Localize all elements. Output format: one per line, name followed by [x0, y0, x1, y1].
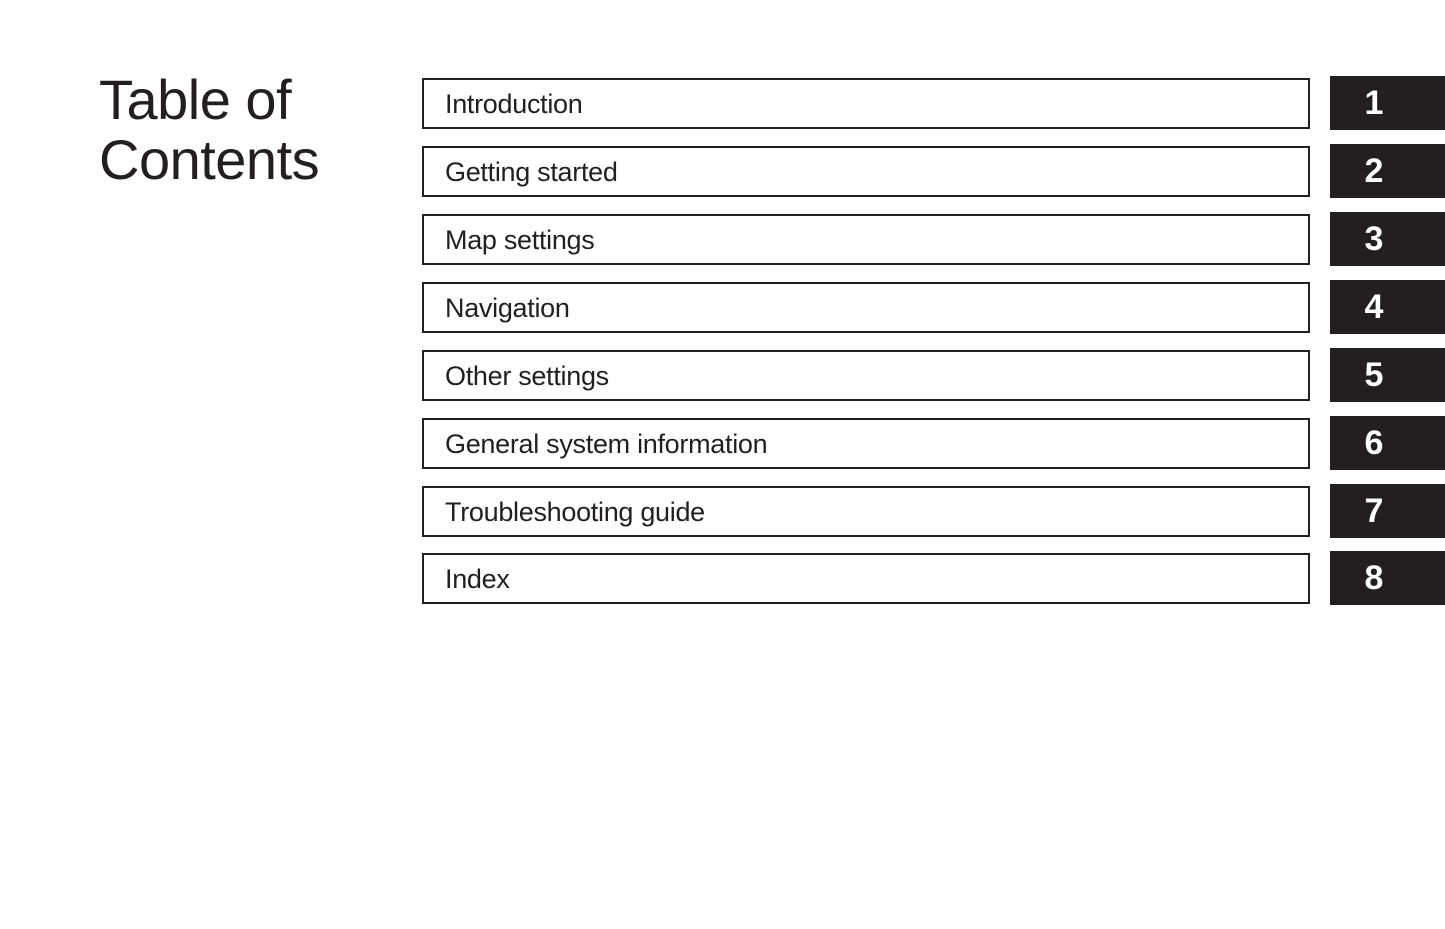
toc-entry-map-settings[interactable]: Map settings 3: [422, 212, 1445, 266]
chapter-number: 1: [1364, 84, 1384, 122]
page-title-line-2: Contents: [99, 128, 320, 191]
chapter-tab[interactable]: 4: [1330, 280, 1445, 334]
toc-entry-label[interactable]: Troubleshooting guide: [445, 497, 705, 527]
toc-entry-troubleshooting-guide[interactable]: Troubleshooting guide 7: [422, 484, 1445, 538]
toc-entry-box[interactable]: Troubleshooting guide: [422, 486, 1310, 537]
toc-entry-general-system-information[interactable]: General system information 6: [422, 416, 1445, 470]
chapter-number: 3: [1364, 220, 1384, 258]
toc-entry-label[interactable]: Introduction: [445, 89, 583, 119]
chapter-number: 7: [1364, 492, 1384, 530]
toc-entry-box[interactable]: Index: [422, 553, 1310, 604]
toc-entry-box[interactable]: Map settings: [422, 214, 1310, 265]
chapter-number: 2: [1364, 152, 1384, 190]
toc-entry-getting-started[interactable]: Getting started 2: [422, 144, 1445, 198]
toc-entry-box[interactable]: General system information: [422, 418, 1310, 469]
chapter-tab[interactable]: 3: [1330, 212, 1445, 266]
page-title-line-1: Table of: [99, 68, 292, 131]
toc-entry-introduction[interactable]: Introduction 1: [422, 76, 1445, 130]
toc-entry-other-settings[interactable]: Other settings 5: [422, 348, 1445, 402]
toc-entry-box[interactable]: Introduction: [422, 78, 1310, 129]
chapter-tab[interactable]: 1: [1330, 76, 1445, 130]
toc-entry-box[interactable]: Other settings: [422, 350, 1310, 401]
chapter-number: 5: [1364, 356, 1384, 394]
toc-entry-navigation[interactable]: Navigation 4: [422, 280, 1445, 334]
toc-entry-box[interactable]: Navigation: [422, 282, 1310, 333]
chapter-tab[interactable]: 5: [1330, 348, 1445, 402]
toc-entry-label[interactable]: Other settings: [445, 361, 609, 391]
toc-entry-label[interactable]: Index: [445, 564, 510, 594]
chapter-number: 6: [1364, 424, 1384, 462]
page-title: Table of Contents: [99, 68, 320, 191]
chapter-tab[interactable]: 6: [1330, 416, 1445, 470]
toc-entry-box[interactable]: Getting started: [422, 146, 1310, 197]
chapter-number: 4: [1364, 288, 1384, 326]
toc-entry-label[interactable]: General system information: [445, 429, 768, 459]
chapter-tab[interactable]: 8: [1330, 551, 1445, 605]
toc-entry-label[interactable]: Navigation: [445, 293, 570, 323]
toc-entry-index[interactable]: Index 8: [422, 551, 1445, 605]
toc-entry-label[interactable]: Getting started: [445, 157, 618, 187]
chapter-number: 8: [1364, 559, 1384, 597]
toc-entry-label[interactable]: Map settings: [445, 225, 595, 255]
chapter-tab[interactable]: 2: [1330, 144, 1445, 198]
chapter-tab[interactable]: 7: [1330, 484, 1445, 538]
